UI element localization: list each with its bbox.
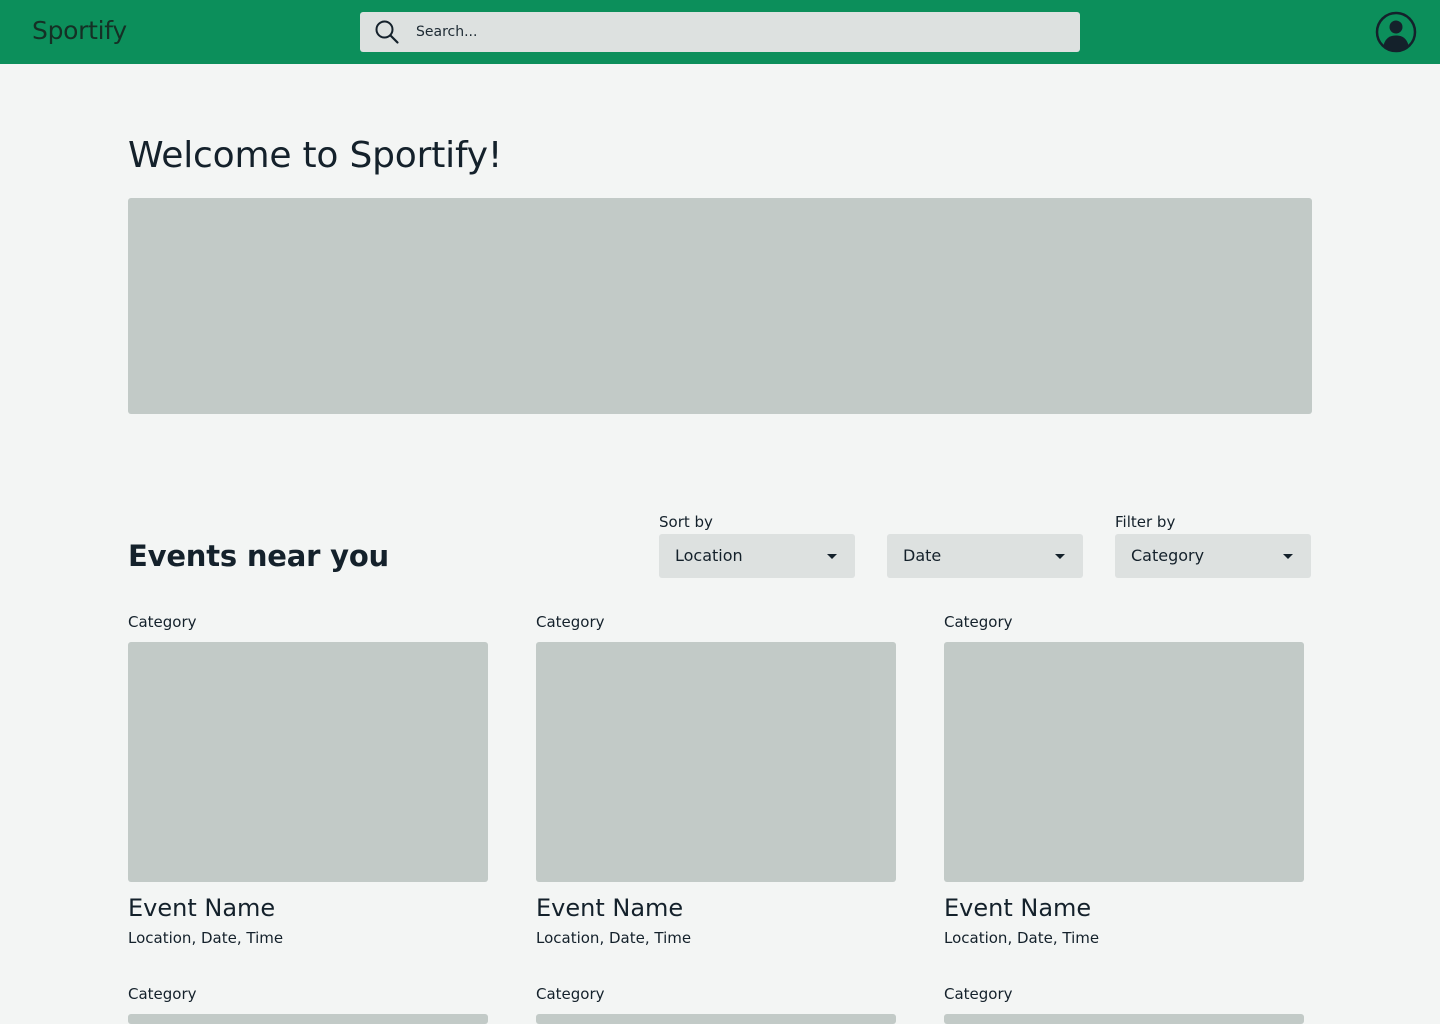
filter-category-value: Category	[1131, 546, 1205, 565]
event-image[interactable]	[128, 1014, 488, 1024]
event-details: Location, Date, Time	[536, 929, 692, 947]
event-category: Category	[944, 985, 1013, 1003]
event-image[interactable]	[536, 642, 896, 882]
sort-by-label: Sort by	[659, 513, 713, 531]
search-icon[interactable]	[374, 19, 400, 45]
event-details: Location, Date, Time	[128, 929, 284, 947]
event-details: Location, Date, Time	[944, 929, 1100, 947]
top-navigation-bar: Sportify	[0, 0, 1440, 64]
event-category: Category	[536, 985, 605, 1003]
event-name[interactable]: Event Name	[536, 892, 683, 924]
event-image[interactable]	[128, 642, 488, 882]
event-category: Category	[944, 613, 1013, 631]
event-name[interactable]: Event Name	[128, 892, 275, 924]
search-input[interactable]	[416, 12, 1056, 52]
filter-category-dropdown[interactable]: Category	[1115, 534, 1311, 578]
sort-date-dropdown[interactable]: Date	[887, 534, 1083, 578]
chevron-down-icon	[1283, 554, 1293, 559]
sort-location-dropdown[interactable]: Location	[659, 534, 855, 578]
events-section-title: Events near you	[128, 539, 390, 573]
chevron-down-icon	[1055, 554, 1065, 559]
event-image[interactable]	[944, 1014, 1304, 1024]
sort-date-value: Date	[903, 546, 942, 565]
event-image[interactable]	[536, 1014, 896, 1024]
page-title: Welcome to Sportify!	[128, 135, 503, 176]
app-logo[interactable]: Sportify	[32, 14, 127, 48]
hero-banner-image	[128, 198, 1312, 414]
chevron-down-icon	[827, 554, 837, 559]
event-category: Category	[128, 613, 197, 631]
sort-location-value: Location	[675, 546, 743, 565]
search-bar[interactable]	[360, 12, 1080, 52]
event-name[interactable]: Event Name	[944, 892, 1091, 924]
user-avatar-icon[interactable]	[1375, 11, 1417, 53]
filter-by-label: Filter by	[1115, 513, 1176, 531]
event-category: Category	[536, 613, 605, 631]
event-image[interactable]	[944, 642, 1304, 882]
event-category: Category	[128, 985, 197, 1003]
